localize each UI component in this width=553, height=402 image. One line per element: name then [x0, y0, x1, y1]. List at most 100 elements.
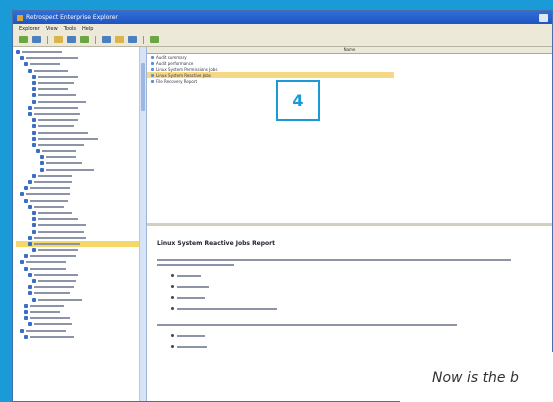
tree-node-label — [38, 131, 88, 134]
menu-item-help[interactable]: Help — [82, 26, 93, 32]
tree-node-label — [34, 242, 80, 245]
folder-icon — [24, 303, 28, 308]
tree-node-label — [38, 174, 72, 177]
tree-node-label — [26, 57, 78, 60]
folder-icon — [40, 155, 44, 160]
folder-icon — [32, 81, 36, 86]
folder-icon — [24, 254, 28, 259]
menu-item-view[interactable]: View — [46, 26, 58, 32]
tree-node-label — [26, 193, 70, 196]
text-line — [157, 259, 512, 261]
folder-icon — [24, 266, 28, 271]
tree-node-label — [38, 119, 78, 122]
close-icon[interactable] — [539, 13, 548, 22]
text-line — [177, 307, 277, 310]
folder-icon — [32, 210, 36, 215]
folder-icon — [32, 93, 36, 98]
run-icon[interactable] — [80, 36, 89, 43]
column-header-name[interactable]: Name — [147, 47, 552, 54]
folder-icon — [24, 309, 28, 314]
folder-icon — [32, 173, 36, 178]
report-heading: Linux System Reactive Jobs Report — [157, 240, 275, 247]
content-area: Name Audit summary Audit performance Lin… — [147, 47, 552, 401]
navigation-tree[interactable] — [13, 47, 147, 401]
report-list: Name Audit summary Audit performance Lin… — [147, 47, 552, 226]
tree-node-label — [38, 218, 78, 221]
folder-icon[interactable] — [54, 36, 63, 43]
title-bar[interactable]: Retrospect Enterprise Explorer — [13, 11, 552, 24]
folder-icon — [32, 99, 36, 104]
folder-icon — [28, 235, 32, 240]
text-line — [177, 334, 205, 337]
tree-scrollbar[interactable] — [139, 47, 146, 401]
bullet-dot — [171, 285, 174, 288]
text-line — [177, 274, 201, 277]
folder-icon — [32, 279, 36, 284]
folder-icon — [40, 161, 44, 166]
tree-node-label — [38, 280, 76, 283]
folder-icon — [32, 74, 36, 79]
tree-node-label — [46, 156, 76, 159]
report-icon[interactable] — [115, 36, 124, 43]
scrollbar-thumb[interactable] — [141, 63, 145, 111]
tree-node-label — [34, 236, 86, 239]
folder-icon — [32, 142, 36, 147]
report-icon — [151, 73, 154, 77]
folder-icon — [16, 50, 20, 55]
tree-node-label — [38, 137, 98, 140]
folder-icon — [36, 149, 40, 154]
tree-node[interactable] — [16, 334, 146, 340]
explorer-window: Retrospect Enterprise Explorer Explorer … — [12, 10, 553, 402]
tree-node-label — [22, 51, 62, 54]
menu-item-tools[interactable]: Tools — [64, 26, 76, 32]
refresh-icon[interactable] — [67, 36, 76, 43]
bullet-dot — [171, 345, 174, 348]
folder-icon — [24, 316, 28, 321]
report-icon — [151, 67, 154, 71]
text-line — [177, 296, 205, 299]
folder-icon — [28, 105, 32, 110]
bullet-item — [171, 296, 542, 299]
text-line — [177, 285, 209, 288]
folder-icon — [32, 297, 36, 302]
list-item[interactable]: File Recovery Report — [147, 78, 552, 84]
tree-node-label — [38, 75, 78, 78]
tree-node-label — [38, 298, 82, 301]
step-number-badge: 4 — [276, 80, 320, 121]
folder-icon — [40, 167, 44, 172]
folder-icon — [28, 272, 32, 277]
text-line — [157, 324, 458, 326]
tree-node-label — [38, 94, 76, 97]
folder-icon — [24, 62, 28, 67]
tree-node-label — [34, 323, 72, 326]
print-icon[interactable] — [128, 36, 137, 43]
bullet-item — [171, 274, 542, 277]
report-icon — [151, 61, 154, 65]
help-icon[interactable] — [150, 36, 159, 43]
tree-node-label — [30, 255, 76, 258]
back-icon[interactable] — [19, 36, 28, 43]
tree-node-label — [26, 329, 66, 332]
bullet-dot — [171, 307, 174, 310]
folder-icon — [28, 204, 32, 209]
folder-icon — [28, 111, 32, 116]
tree-node-label — [38, 224, 86, 227]
bullet-dot — [171, 334, 174, 337]
toolbar-separator — [47, 35, 48, 44]
text-line — [177, 345, 207, 348]
folder-icon — [24, 186, 28, 191]
folder-icon — [20, 56, 24, 61]
tree-node-label — [34, 106, 78, 109]
tree-node-label — [34, 205, 64, 208]
tree-node-label — [30, 187, 70, 190]
bullet-item — [171, 307, 542, 310]
tree-node-label — [26, 261, 66, 264]
app-icon — [17, 14, 23, 21]
tree-node-label — [38, 125, 74, 128]
properties-icon[interactable] — [102, 36, 111, 43]
tree-node-label — [34, 69, 68, 72]
forward-icon[interactable] — [32, 36, 41, 43]
tree-node-label — [42, 150, 76, 153]
tree-node-label — [38, 230, 84, 233]
menu-item-explorer[interactable]: Explorer — [19, 26, 40, 32]
